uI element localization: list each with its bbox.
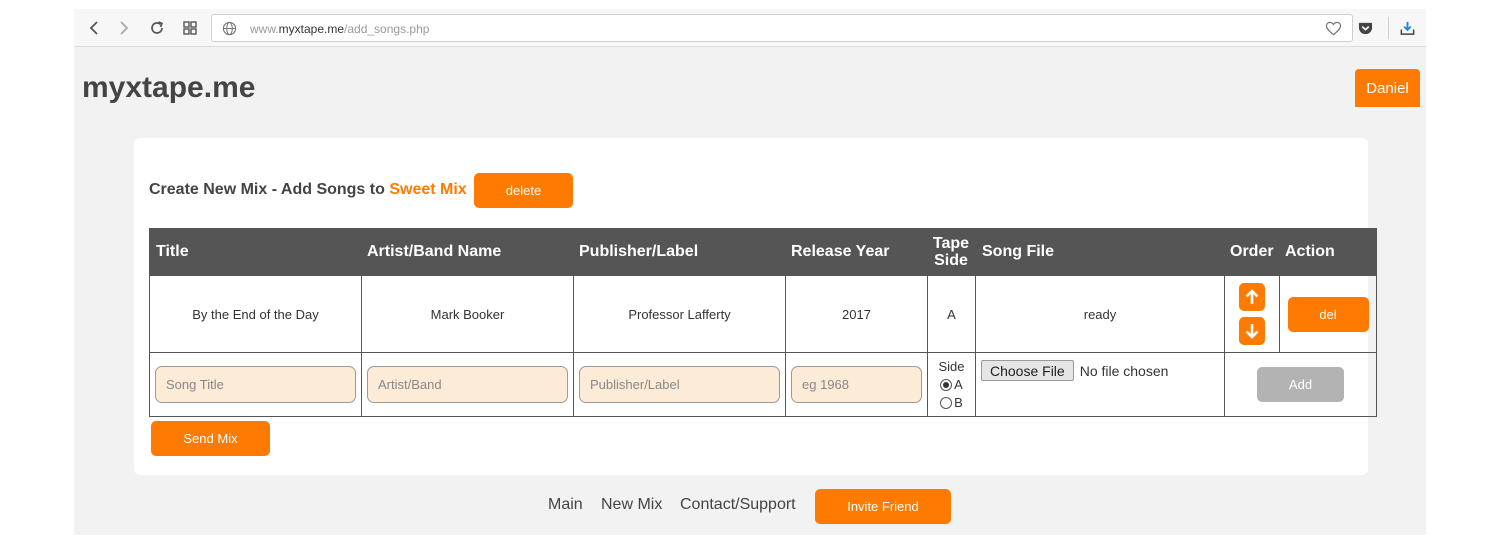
url-path: /add_songs.php (344, 22, 430, 36)
choose-file-button[interactable]: Choose File (981, 360, 1074, 381)
side-option-a[interactable]: A (940, 376, 963, 394)
cell-artist: Mark Booker (362, 276, 574, 352)
title-prefix: Create New Mix - Add Songs to (149, 181, 385, 198)
header-order: Order (1230, 243, 1274, 260)
user-menu-button[interactable]: Daniel (1355, 69, 1420, 107)
download-icon[interactable] (1395, 17, 1419, 39)
cell-side-select: Side A B (928, 353, 976, 416)
side-radio-group: Side A B (938, 358, 964, 412)
move-up-icon[interactable] (1239, 283, 1265, 311)
move-down-icon[interactable] (1239, 317, 1265, 345)
forward-icon[interactable] (112, 17, 136, 39)
header-title: Title (156, 243, 189, 260)
radio-selected-dot (943, 381, 950, 388)
header-action: Action (1285, 243, 1335, 260)
header-publisher: Publisher/Label (579, 243, 699, 260)
footer-link-contact[interactable]: Contact/Support (680, 496, 796, 514)
cell-file-input: Choose File No file chosen (976, 353, 1225, 416)
side-label: Side (938, 358, 965, 374)
header-release-year: Release Year (791, 243, 890, 260)
footer-link-main[interactable]: Main (548, 496, 583, 514)
no-file-text: No file chosen (1079, 362, 1169, 379)
invite-friend-button[interactable]: Invite Friend (815, 489, 951, 524)
cell-publisher-input (574, 353, 786, 416)
pocket-icon[interactable] (1353, 17, 1377, 39)
song-title-input[interactable] (155, 366, 356, 403)
header-tape-side-line1: Tape (932, 235, 970, 252)
main-panel: Create New Mix - Add Songs to Sweet Mix … (134, 138, 1377, 475)
cell-artist-input (362, 353, 574, 416)
footer-link-new-mix[interactable]: New Mix (601, 496, 662, 514)
url-text: www.myxtape.me/add_songs.php (250, 22, 429, 36)
cell-tape-side: A (928, 276, 976, 352)
publisher-input[interactable] (579, 366, 780, 403)
side-a-radio[interactable] (940, 378, 953, 391)
cell-add: Add (1225, 353, 1376, 416)
side-a-label: A (954, 376, 963, 392)
side-b-label: B (954, 394, 963, 410)
back-icon[interactable] (82, 17, 106, 39)
toolbar-divider (1388, 17, 1389, 39)
cell-title-input (150, 353, 362, 416)
url-host: myxtape.me (278, 22, 345, 36)
reload-icon[interactable] (145, 17, 169, 39)
cell-file-status: ready (976, 276, 1225, 352)
cell-action: del (1280, 276, 1376, 352)
delete-song-button[interactable]: del (1287, 296, 1369, 332)
header-artist: Artist/Band Name (367, 243, 502, 260)
browser-window: www.myxtape.me/add_songs.php myxtape.me … (74, 9, 1426, 535)
send-mix-button[interactable]: Send Mix (151, 421, 270, 456)
browser-toolbar: www.myxtape.me/add_songs.php (74, 9, 1426, 47)
cell-publisher: Professor Lafferty (574, 276, 786, 352)
page-title: Create New Mix - Add Songs to Sweet Mix (149, 181, 467, 199)
new-song-row: Side A B Choose File No fi (149, 353, 1377, 417)
mix-name: Sweet Mix (389, 181, 467, 198)
cell-year-input (786, 353, 928, 416)
cell-title: By the End of the Day (150, 276, 362, 352)
cell-release-year: 2017 (786, 276, 928, 352)
speed-dial-icon[interactable] (178, 17, 202, 39)
header-tape-side-line2: Side (934, 252, 968, 269)
side-option-b[interactable]: B (940, 394, 963, 412)
side-b-radio[interactable] (940, 396, 953, 409)
header-tape-side: Tape Side (928, 228, 974, 276)
address-bar[interactable]: www.myxtape.me/add_songs.php (211, 14, 1353, 42)
url-prefix: www. (250, 22, 279, 36)
add-song-button[interactable]: Add (1257, 367, 1344, 402)
delete-mix-button[interactable]: delete (474, 173, 573, 208)
header-song-file: Song File (982, 243, 1054, 260)
artist-input[interactable] (367, 366, 568, 403)
heart-icon[interactable] (1325, 21, 1342, 41)
table-header: Title Artist/Band Name Publisher/Label R… (149, 228, 1377, 276)
file-input: Choose File No file chosen (981, 360, 1168, 381)
table-row: By the End of the Day Mark Booker Profes… (149, 276, 1377, 353)
cell-order (1225, 276, 1280, 352)
release-year-input[interactable] (791, 366, 922, 403)
site-logo[interactable]: myxtape.me (82, 71, 255, 105)
globe-icon (222, 21, 237, 41)
